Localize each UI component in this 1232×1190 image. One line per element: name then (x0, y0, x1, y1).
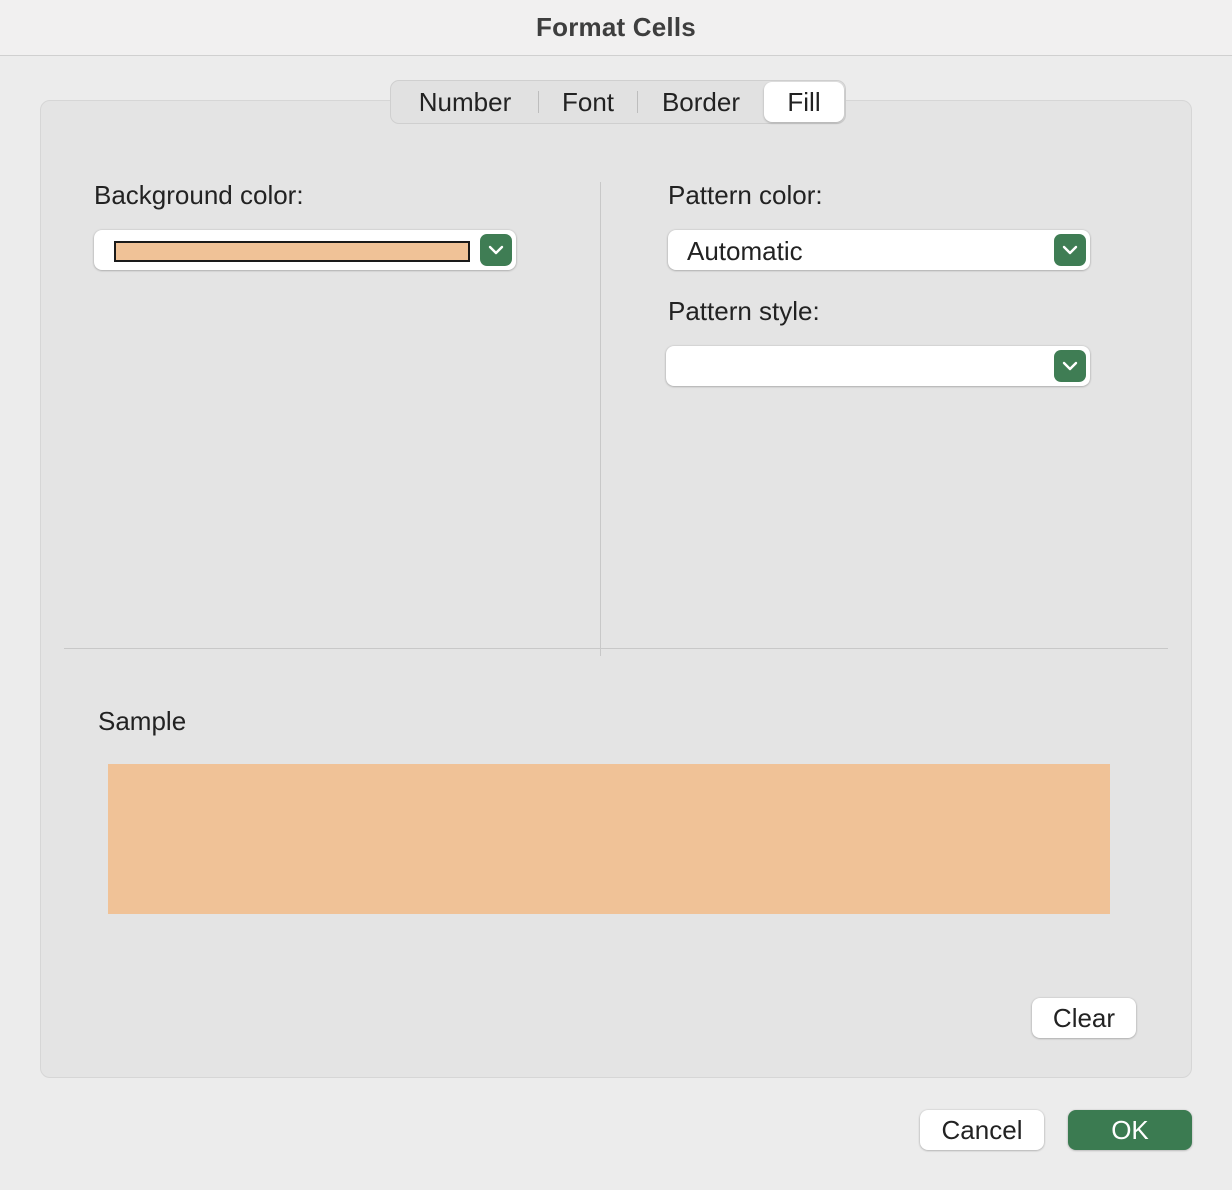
window-title: Format Cells (536, 12, 696, 42)
background-color-popup[interactable] (94, 230, 516, 270)
pattern-color-label: Pattern color: (668, 180, 823, 210)
pattern-color-popup[interactable]: Automatic (668, 230, 1090, 270)
format-cells-dialog: Format Cells Number Font Border Fill Bac… (0, 0, 1232, 1190)
pattern-style-popup[interactable] (666, 346, 1090, 386)
tab-font[interactable]: Font (539, 82, 637, 122)
pattern-color-value: Automatic (687, 236, 803, 266)
horizontal-divider (64, 648, 1168, 649)
chevron-down-icon[interactable] (1054, 350, 1086, 382)
background-color-label: Background color: (94, 180, 304, 210)
tab-fill[interactable]: Fill (764, 82, 844, 122)
clear-button[interactable]: Clear (1032, 998, 1136, 1038)
chevron-down-icon[interactable] (480, 234, 512, 266)
ok-button[interactable]: OK (1068, 1110, 1192, 1150)
sample-label: Sample (98, 706, 187, 736)
vertical-divider (600, 182, 601, 656)
tab-number[interactable]: Number (392, 82, 538, 122)
cancel-button[interactable]: Cancel (920, 1110, 1044, 1150)
pattern-style-label: Pattern style: (668, 296, 820, 326)
tab-border[interactable]: Border (638, 82, 764, 122)
background-color-swatch (114, 241, 470, 262)
chevron-down-icon[interactable] (1054, 234, 1086, 266)
title-bar: Format Cells (0, 0, 1232, 56)
tab-bar: Number Font Border Fill (390, 80, 846, 124)
sample-preview (108, 764, 1110, 914)
